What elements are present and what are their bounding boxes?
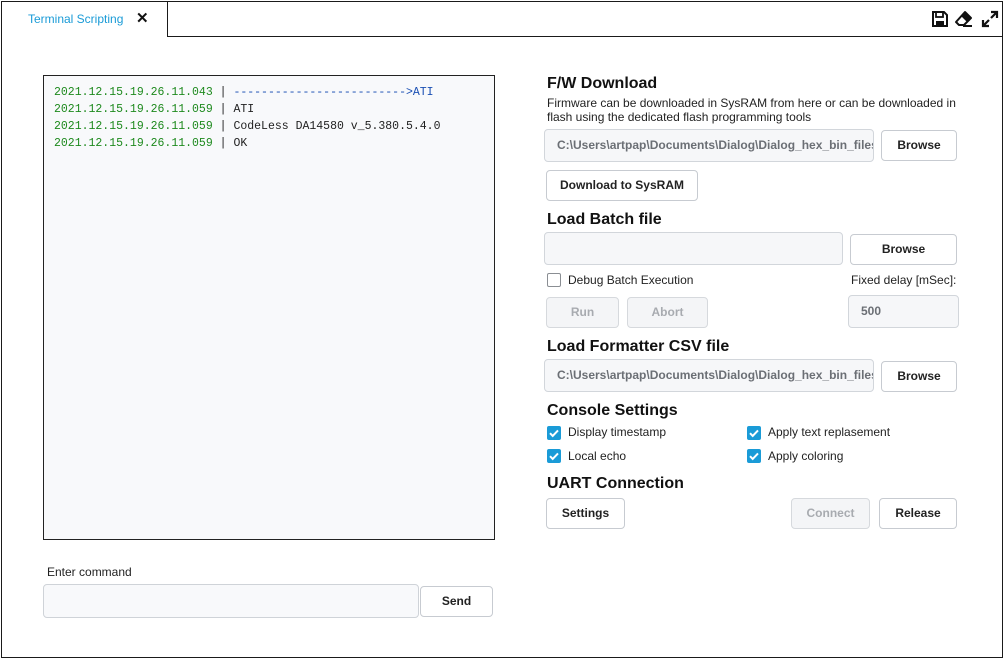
batch-browse-button[interactable]: Browse [850,234,957,265]
log-separator: | [212,120,234,133]
console-line: 2021.12.15.19.26.11.059 | OK [54,135,484,152]
local-echo-label: Local echo [568,449,627,463]
fw-path-field[interactable]: C:\Users\artpap\Documents\Dialog\Dialog_… [544,129,874,162]
debug-batch-checkbox[interactable] [547,273,561,287]
fw-download-title: F/W Download [547,75,658,92]
batch-path-field[interactable] [544,232,843,265]
formatter-path-field[interactable]: C:\Users\artpap\Documents\Dialog\Dialog_… [544,359,874,392]
run-button[interactable]: Run [546,297,619,328]
checkmark-icon [749,452,759,461]
log-separator: | [212,137,234,150]
local-echo-checkbox[interactable] [547,449,561,463]
connect-button[interactable]: Connect [791,498,870,529]
fixed-delay-label: Fixed delay [mSec]: [851,273,957,287]
save-icon[interactable] [930,9,950,29]
load-formatter-title: Load Formatter CSV file [547,338,730,355]
tab-terminal-scripting[interactable]: Terminal Scripting ✕ [2,2,168,37]
log-separator: | [212,103,234,116]
uart-settings-button[interactable]: Settings [546,498,625,529]
debug-batch-label: Debug Batch Execution [568,273,694,287]
checkmark-icon [549,452,559,461]
uart-connection-title: UART Connection [547,475,684,492]
console-line: 2021.12.15.19.26.11.059 | CodeLess DA145… [54,118,484,135]
abort-button[interactable]: Abort [627,297,708,328]
log-timestamp: 2021.12.15.19.26.11.059 [54,103,213,116]
close-icon[interactable]: ✕ [136,10,149,28]
log-message: ------------------------->ATI [233,86,434,99]
checkmark-icon [749,429,759,438]
log-message: OK [233,137,248,150]
log-timestamp: 2021.12.15.19.26.11.059 [54,120,213,133]
log-timestamp: 2021.12.15.19.26.11.059 [54,137,213,150]
eraser-icon[interactable] [954,9,974,29]
tabbar-divider [168,36,1002,37]
console-line: 2021.12.15.19.26.11.043 | --------------… [54,84,484,101]
display-timestamp-checkbox[interactable] [547,426,561,440]
apply-text-replacement-checkbox[interactable] [747,426,761,440]
log-message: ATI [233,103,255,116]
load-batch-title: Load Batch file [547,211,662,228]
apply-coloring-checkbox[interactable] [747,449,761,463]
console-output[interactable]: 2021.12.15.19.26.11.043 | --------------… [43,75,495,540]
send-button[interactable]: Send [420,586,493,617]
console-settings-title: Console Settings [547,402,678,419]
expand-icon[interactable] [980,9,1000,29]
enter-command-label: Enter command [47,565,132,579]
log-separator: | [212,86,234,99]
display-timestamp-label: Display timestamp [568,425,667,439]
formatter-browse-button[interactable]: Browse [881,361,957,392]
tab-label: Terminal Scripting [28,12,124,26]
download-to-sysram-button[interactable]: Download to SysRAM [546,170,698,201]
apply-text-replacement-label: Apply text replasement [768,425,891,439]
fw-download-description: Firmware can be downloaded in SysRAM fro… [547,96,956,124]
console-line: 2021.12.15.19.26.11.059 | ATI [54,101,484,118]
log-message: CodeLess DA14580 v_5.380.5.4.0 [233,120,441,133]
log-timestamp: 2021.12.15.19.26.11.043 [54,86,213,99]
command-input[interactable] [43,584,419,618]
apply-coloring-label: Apply coloring [768,449,844,463]
fixed-delay-input[interactable]: 500 [848,295,959,328]
release-button[interactable]: Release [879,498,957,529]
fw-browse-button[interactable]: Browse [881,130,957,161]
checkmark-icon [549,429,559,438]
